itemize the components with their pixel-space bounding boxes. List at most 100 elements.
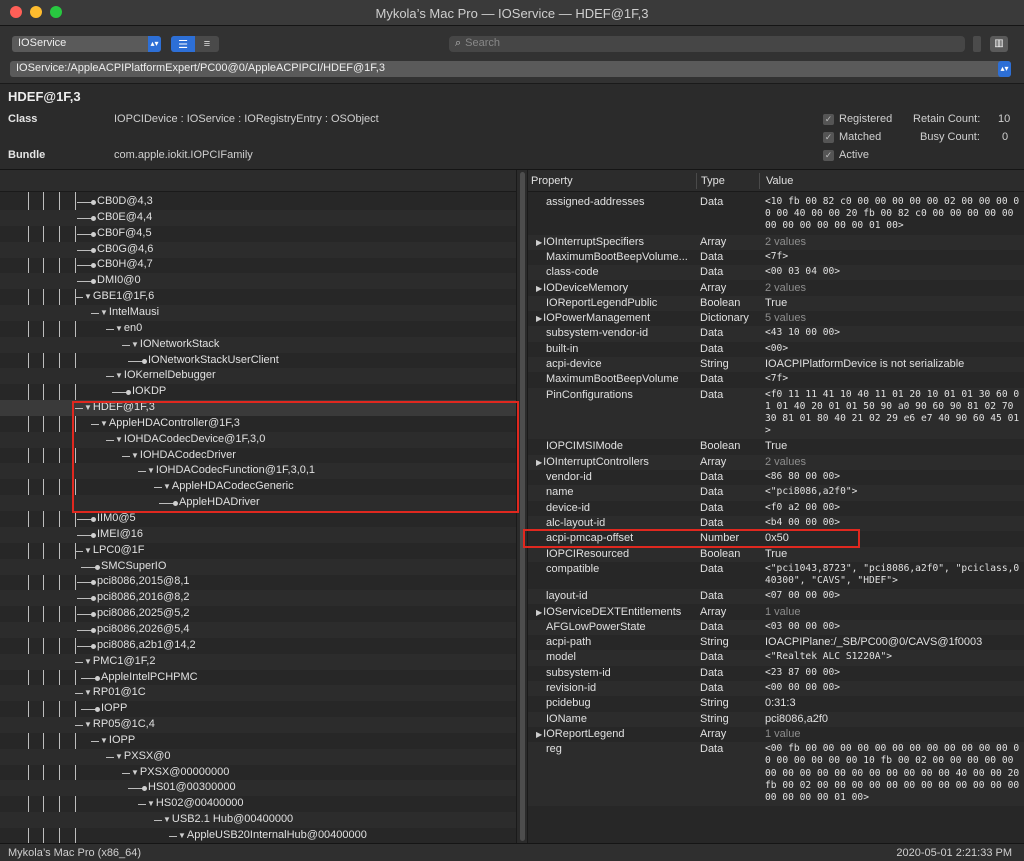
tree-row[interactable]: HS01@00300000: [0, 780, 516, 797]
property-row[interactable]: name Data <"pci8086,a2f0">: [528, 485, 1024, 501]
tree-node[interactable]: ▼IOKernelDebugger: [115, 369, 216, 381]
tree-row[interactable]: AppleIntelPCHPMC: [0, 670, 516, 686]
tree-row[interactable]: ▼IntelMausi: [0, 304, 516, 321]
tree-row[interactable]: IMEI@16: [0, 526, 516, 543]
tree-row[interactable]: ▼en0: [0, 321, 516, 337]
tree-node[interactable]: CB0F@4,5: [97, 227, 152, 239]
type-column-header[interactable]: Type: [701, 175, 725, 187]
disclosure-triangle-icon[interactable]: ▼: [100, 736, 108, 745]
tree-row[interactable]: ▼HS02@00400000: [0, 796, 516, 812]
path-bar[interactable]: IOService:/AppleACPIPlatformExpert/PC00@…: [10, 61, 1011, 77]
tree-node[interactable]: pci8086,2015@8,1: [97, 575, 190, 587]
tree-row[interactable]: CB0E@4,4: [0, 209, 516, 226]
tree-node[interactable]: IOKDP: [132, 385, 166, 397]
tree-node[interactable]: ▼PMC1@1F,2: [84, 655, 155, 667]
property-row[interactable]: MaximumBootBeepVolume Data <7f>: [528, 372, 1024, 387]
disclosure-triangle-icon[interactable]: ▶: [536, 238, 542, 247]
disclosure-triangle-icon[interactable]: ▼: [115, 752, 123, 761]
tree-node[interactable]: ▼IONetworkStack: [131, 338, 219, 350]
tree-row[interactable]: ▼RP05@1C,4: [0, 717, 516, 734]
tree-row[interactable]: ▼LPC0@1F: [0, 543, 516, 559]
tree-row[interactable]: ▼USB2.1 Hub@00400000: [0, 812, 516, 829]
tree-row[interactable]: ▼IOPP: [0, 733, 516, 749]
tree-row[interactable]: pci8086,a2b1@14,2: [0, 638, 516, 654]
list-view-icon[interactable]: ☰: [171, 36, 195, 52]
disclosure-triangle-icon[interactable]: ▶: [536, 284, 542, 293]
tree-row[interactable]: ▼AppleUSB20InternalHub@00400000: [0, 828, 516, 843]
tree-row[interactable]: SMCSuperIO: [0, 558, 516, 575]
property-row[interactable]: MaximumBootBeepVolume... Data <7f>: [528, 250, 1024, 265]
property-row[interactable]: device-id Data <f0 a2 00 00>: [528, 501, 1024, 516]
tree-row[interactable]: IONetworkStackUserClient: [0, 353, 516, 369]
tree-node[interactable]: pci8086,2025@5,2: [97, 607, 190, 619]
tree-row[interactable]: CB0H@4,7: [0, 257, 516, 273]
disclosure-triangle-icon[interactable]: ▼: [131, 768, 139, 777]
property-row[interactable]: revision-id Data <00 00 00 00>: [528, 681, 1024, 697]
property-row[interactable]: built-in Data <00>: [528, 342, 1024, 357]
property-row[interactable]: subsystem-id Data <23 87 00 00>: [528, 666, 1024, 681]
property-row[interactable]: compatible Data <"pci1043,8723", "pci8086,…: [528, 562, 1024, 589]
tree-node[interactable]: ▼PXSX@0: [115, 750, 171, 762]
tree-node[interactable]: CB0G@4,6: [97, 243, 153, 255]
tree-row[interactable]: ▼GBE1@1F,6: [0, 289, 516, 305]
tree-node[interactable]: IMEI@16: [97, 528, 143, 540]
tree-row[interactable]: ▼PMC1@1F,2: [0, 653, 516, 670]
tree-node[interactable]: pci8086,2026@5,4: [97, 623, 190, 635]
disclosure-triangle-icon[interactable]: ▼: [84, 292, 92, 301]
disclosure-triangle-icon[interactable]: ▼: [115, 371, 123, 380]
disclosure-triangle-icon[interactable]: ▼: [163, 815, 171, 824]
disclosure-triangle-icon[interactable]: ▼: [84, 720, 92, 729]
property-row[interactable]: subsystem-vendor-id Data <43 10 00 00>: [528, 326, 1024, 342]
tree-row[interactable]: pci8086,2016@8,2: [0, 590, 516, 607]
property-row[interactable]: layout-id Data <07 00 00 00>: [528, 589, 1024, 605]
tree-node[interactable]: CB0H@4,7: [97, 258, 153, 270]
tree-row[interactable]: IIM0@5: [0, 511, 516, 527]
property-row[interactable]: ▶IOServiceDEXTEntitlements Array 1 value: [528, 605, 1024, 620]
property-row[interactable]: ▶IOReportLegend Array 1 value: [528, 727, 1024, 742]
tree-scrollbar-thumb[interactable]: [520, 172, 525, 841]
tree-node[interactable]: pci8086,2016@8,2: [97, 591, 190, 603]
disclosure-triangle-icon[interactable]: ▶: [536, 608, 542, 617]
property-row[interactable]: reg Data <00 fb 00 00 00 00 00 00 00 00 00…: [528, 742, 1024, 807]
search-input[interactable]: ⌕ Search: [449, 36, 965, 52]
tree-node[interactable]: ▼HS02@00400000: [147, 797, 244, 809]
tree-row[interactable]: DMI0@0: [0, 273, 516, 290]
disclosure-triangle-icon[interactable]: ▼: [84, 688, 92, 697]
property-row[interactable]: AFGLowPowerState Data <03 00 00 00>: [528, 619, 1024, 636]
disclosure-triangle-icon[interactable]: ▶: [536, 314, 542, 323]
tree-node[interactable]: ▼AppleUSB20InternalHub@00400000: [178, 829, 367, 841]
property-row[interactable]: ▶IOPowerManagement Dictionary 5 values: [528, 311, 1024, 326]
tree-row[interactable]: pci8086,2026@5,4: [0, 621, 516, 638]
tree-node[interactable]: CB0E@4,4: [97, 211, 152, 223]
disclosure-triangle-icon[interactable]: ▼: [100, 308, 108, 317]
disclosure-triangle-icon[interactable]: ▼: [147, 799, 155, 808]
tree-node[interactable]: ▼RP05@1C,4: [84, 718, 155, 730]
tree-node[interactable]: ▼RP01@1C: [84, 686, 146, 698]
property-row[interactable]: PinConfigurations Data <f0 11 11 41 10 40 …: [528, 387, 1024, 440]
property-column-header[interactable]: Property: [531, 175, 573, 187]
tree-node[interactable]: ▼en0: [115, 322, 142, 334]
tree-row[interactable]: IOKDP: [0, 384, 516, 400]
tree-node[interactable]: ▼GBE1@1F,6: [84, 290, 154, 302]
tree-node[interactable]: ▼IntelMausi: [100, 306, 159, 318]
tree-row[interactable]: pci8086,2025@5,2: [0, 606, 516, 622]
tree-row[interactable]: ▼PXSX@00000000: [0, 765, 516, 781]
tree-node[interactable]: IONetworkStackUserClient: [148, 354, 279, 366]
property-row[interactable]: acpi-device String IOACPIPlatformDevice is…: [528, 357, 1024, 373]
tree-row[interactable]: IOPP: [0, 701, 516, 717]
property-row[interactable]: model Data <"Realtek ALC S1220A">: [528, 650, 1024, 666]
property-row[interactable]: IOName String pci8086,a2f0: [528, 711, 1024, 727]
value-column-header[interactable]: Value: [766, 175, 793, 187]
tree-row[interactable]: ▼RP01@1C: [0, 685, 516, 702]
plane-select[interactable]: IOService ▴▾: [12, 36, 161, 52]
property-row[interactable]: IOPCIResourced Boolean True: [528, 546, 1024, 562]
search-options-button[interactable]: [973, 36, 981, 52]
disclosure-triangle-icon[interactable]: ▼: [84, 546, 92, 555]
column-view-icon[interactable]: ≡: [195, 36, 219, 52]
inspector-toggle-icon[interactable]: ▥: [990, 36, 1008, 52]
disclosure-triangle-icon[interactable]: ▼: [84, 657, 92, 666]
tree-row[interactable]: pci8086,2015@8,1: [0, 574, 516, 590]
tree-node[interactable]: IOPP: [101, 702, 127, 714]
property-row[interactable]: IOReportLegendPublic Boolean True: [528, 295, 1024, 312]
tree-row[interactable]: ▼PXSX@0: [0, 748, 516, 765]
